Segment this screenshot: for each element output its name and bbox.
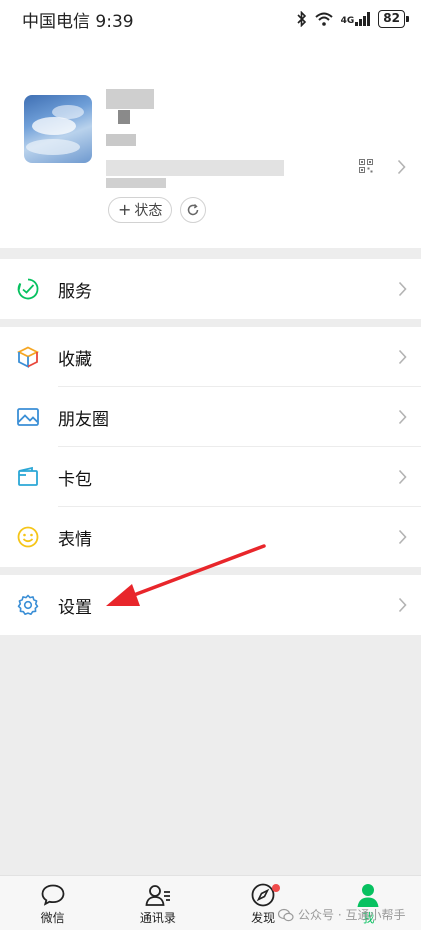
chevron-right-icon	[398, 349, 407, 365]
contacts-icon	[144, 882, 172, 908]
tab-label: 通讯录	[139, 911, 176, 925]
menu-group-services: 服务	[0, 259, 421, 319]
network-type: 4G	[340, 16, 355, 26]
menu-item-card-wallet[interactable]: 卡包	[0, 447, 421, 507]
status-label: 状态	[134, 203, 163, 219]
qr-code-icon[interactable]	[359, 159, 373, 173]
menu-item-moments[interactable]: 朋友圈	[0, 387, 421, 447]
favorites-cube-icon	[16, 345, 40, 369]
wechat-logo-icon	[278, 908, 294, 921]
sticker-smiley-icon	[16, 525, 40, 549]
tab-label: 发现	[251, 911, 276, 925]
moments-image-icon	[16, 405, 40, 429]
tab-contacts[interactable]: 通讯录	[105, 876, 210, 930]
refresh-button[interactable]	[180, 197, 206, 223]
profile-header[interactable]: + 状态	[0, 38, 421, 248]
menu-item-label: 朋友圈	[58, 409, 109, 430]
refresh-icon	[187, 203, 199, 216]
wifi-icon	[314, 12, 333, 26]
chevron-right-icon	[398, 281, 407, 297]
menu-group-main: 收藏 朋友圈 卡包 表情	[0, 327, 421, 567]
chevron-right-icon	[398, 597, 407, 613]
annotation-arrow	[106, 544, 266, 606]
chat-bubble-icon	[39, 882, 67, 908]
nickname-blurred	[106, 89, 154, 109]
card-wallet-icon	[16, 465, 40, 489]
chevron-right-icon	[398, 529, 407, 545]
plus-icon: +	[118, 200, 132, 219]
menu-item-label: 设置	[58, 597, 92, 618]
avatar[interactable]	[24, 95, 92, 163]
chevron-right-icon	[398, 409, 407, 425]
wechat-id-blurred	[106, 134, 136, 146]
settings-gear-icon	[16, 593, 40, 617]
carrier-time: 中国电信 9:39	[22, 11, 134, 32]
status-bar: 中国电信 9:39 4G 82	[0, 0, 421, 38]
status-icons: 4G 82	[297, 10, 409, 28]
signal-icon: 4G	[341, 12, 372, 26]
service-icon	[16, 277, 40, 301]
menu-item-label: 卡包	[58, 469, 92, 490]
battery-icon: 82	[378, 10, 409, 28]
watermark-text: 公众号 · 互通小帮手	[298, 908, 406, 922]
menu-item-label: 收藏	[58, 349, 92, 370]
tab-label: 微信	[40, 911, 65, 925]
menu-item-services[interactable]: 服务	[0, 259, 421, 319]
me-person-icon	[354, 882, 382, 908]
wechat-id-blurred-tail	[106, 178, 166, 188]
tab-chats[interactable]: 微信	[0, 876, 105, 930]
menu-item-label: 表情	[58, 529, 92, 550]
wechat-id-blurred-line	[106, 160, 284, 176]
add-status-button[interactable]: + 状态	[108, 197, 173, 223]
chevron-right-icon[interactable]	[397, 159, 406, 175]
chevron-right-icon	[398, 469, 407, 485]
menu-item-label: 服务	[58, 281, 92, 302]
nickname-blurred-part	[118, 110, 130, 124]
notification-dot	[271, 884, 280, 892]
menu-item-favorites[interactable]: 收藏	[0, 327, 421, 387]
watermark: 公众号 · 互通小帮手	[278, 906, 405, 923]
bluetooth-icon	[297, 11, 306, 27]
